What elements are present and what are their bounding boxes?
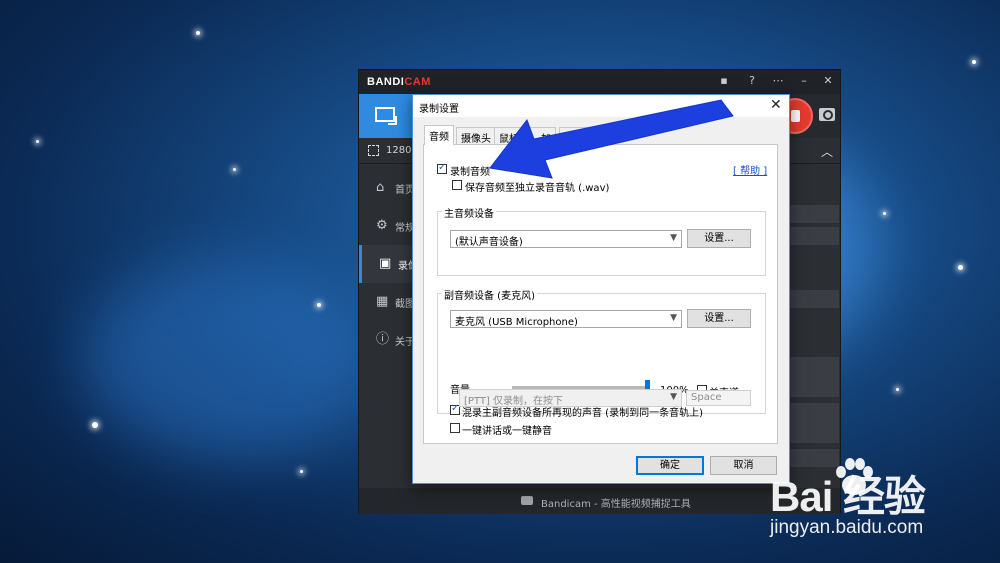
footer-text: Bandicam - 高性能视频捕捉工具 <box>541 499 691 510</box>
watermark-url: jingyan.baidu.com <box>770 517 924 538</box>
secondary-settings-button[interactable]: 设置... <box>687 309 751 328</box>
star <box>896 388 899 391</box>
chevron-down-icon: ▼ <box>670 313 677 323</box>
record-settings-dialog: 录制设置 ✕ 音频 摄像头 鼠标 …加 选项 录制音频 [ 帮助 ] 保存音频至… <box>412 94 790 484</box>
minimize-icon[interactable]: – <box>797 74 811 88</box>
baidu-jingyan-watermark: Bai 经验 jingyan.baidu.com <box>760 455 990 545</box>
ptt-key-field[interactable]: Space <box>686 390 751 406</box>
chat-icon <box>521 496 533 505</box>
sidebar-item-general[interactable]: ⚙ 常规 <box>359 207 415 245</box>
group-legend: 主音频设备 <box>442 205 496 220</box>
close-icon[interactable]: ✕ <box>821 74 835 88</box>
settings-panel-edge <box>785 165 841 487</box>
dots-icon[interactable]: ⋯ <box>771 74 785 88</box>
chevron-down-icon: ▼ <box>670 392 677 402</box>
dialog-title-bar: 录制设置 ✕ <box>413 95 789 117</box>
help-link[interactable]: [ 帮助 ] <box>733 162 767 177</box>
info-icon: ⓘ <box>376 332 390 347</box>
setting-row <box>789 205 839 223</box>
sidebar: ⌂ 首页 ⚙ 常规 ▣ 录像 ▦ 截图 ⓘ 关于 <box>359 165 416 487</box>
tab-webcam[interactable]: 摄像头 <box>456 127 496 145</box>
pause-icon <box>791 110 800 122</box>
sidebar-item-label: 关于 <box>395 337 413 348</box>
star <box>196 31 200 35</box>
ptt-mode-select[interactable]: [PTT] 仅录制，在按下 ▼ <box>459 389 682 407</box>
star <box>883 212 886 215</box>
tab-audio[interactable]: 音频 <box>424 125 454 145</box>
ok-button[interactable]: 确定 <box>636 456 704 475</box>
sidebar-item-video[interactable]: ▣ 录像 <box>359 245 416 283</box>
record-audio-label: 录制音频 <box>450 167 490 178</box>
chevron-down-icon: ▼ <box>670 233 677 243</box>
folder-icon[interactable]: ▪ <box>717 74 731 88</box>
star <box>958 265 963 270</box>
nebula-glow <box>80 260 380 460</box>
tab-mouse[interactable]: 鼠标 <box>494 127 524 145</box>
dashed-rect-icon <box>368 145 379 156</box>
ptt-label: 一键讲话或一键静音 <box>462 426 552 437</box>
help-icon[interactable]: ? <box>745 74 759 88</box>
setting-row <box>789 357 839 397</box>
setting-row <box>789 290 839 308</box>
cursor-arrow-icon <box>388 116 397 125</box>
primary-settings-button[interactable]: 设置... <box>687 229 751 248</box>
video-record-icon: ▣ <box>379 256 392 271</box>
sidebar-item-about[interactable]: ⓘ 关于 <box>359 321 415 359</box>
save-separate-checkbox[interactable] <box>452 180 462 190</box>
save-separate-label: 保存音频至独立录音音轨 (.wav) <box>465 183 610 194</box>
star <box>972 60 976 64</box>
setting-row <box>789 227 839 245</box>
star <box>317 303 321 307</box>
sidebar-item-label: 首页 <box>395 185 413 196</box>
sidebar-item-home[interactable]: ⌂ 首页 <box>359 169 415 207</box>
sidebar-item-screenshot[interactable]: ▦ 截图 <box>359 283 415 321</box>
tab-overlay[interactable]: …加 <box>526 127 556 145</box>
title-bar: BANDICAM ▪ ? ⋯ – ✕ <box>359 70 840 94</box>
star <box>92 422 98 428</box>
secondary-device-select[interactable]: 麦克风 (USB Microphone) ▼ <box>450 310 682 328</box>
sidebar-item-label: 截图 <box>395 299 413 310</box>
primary-device-group: 主音频设备 (默认声音设备) ▼ 设置... <box>437 205 766 276</box>
bandicam-logo: BANDICAM <box>367 76 431 88</box>
dialog-title: 录制设置 <box>419 104 459 115</box>
image-icon: ▦ <box>376 294 389 309</box>
gear-icon: ⚙ <box>376 218 388 233</box>
star <box>36 140 39 143</box>
watermark-brand: Bai 经验 <box>770 473 926 520</box>
star <box>233 168 236 171</box>
primary-device-select[interactable]: (默认声音设备) ▼ <box>450 230 682 248</box>
screen-mode-button[interactable] <box>359 94 413 138</box>
chevron-up-icon[interactable]: ︿ <box>821 143 833 160</box>
tab-options[interactable]: 选项 <box>559 127 589 145</box>
camera-icon[interactable] <box>819 108 835 121</box>
record-audio-checkbox[interactable] <box>437 162 447 174</box>
close-icon[interactable]: ✕ <box>770 97 782 113</box>
home-icon: ⌂ <box>376 180 385 195</box>
group-legend: 副音频设备 (麦克风) <box>442 287 537 302</box>
ptt-checkbox[interactable] <box>450 423 460 433</box>
setting-row <box>789 403 839 443</box>
star <box>300 470 303 473</box>
sidebar-item-label: 常规 <box>395 223 413 234</box>
